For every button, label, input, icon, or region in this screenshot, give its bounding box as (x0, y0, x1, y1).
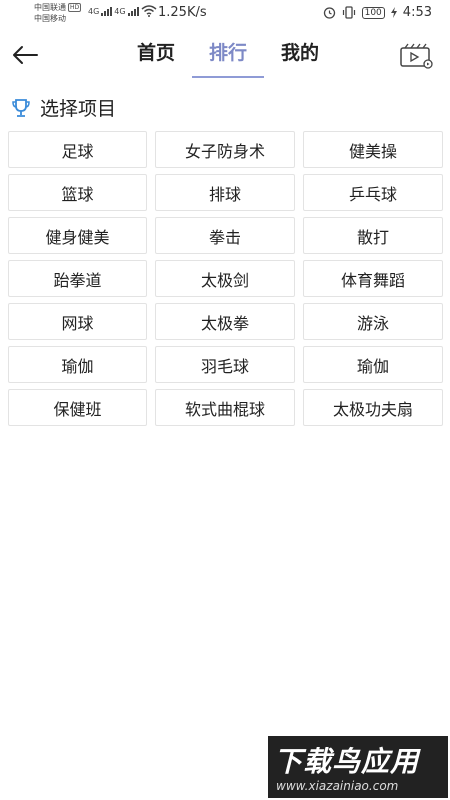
sport-item[interactable]: 排球 (155, 174, 295, 211)
status-right: 100 4:53 (323, 5, 432, 20)
sports-grid: 足球 女子防身术 健美操 篮球 排球 乒乓球 健身健美 拳击 散打 跆拳道 太极… (8, 131, 443, 426)
charging-icon (390, 7, 397, 18)
section-title: 选择项目 (40, 98, 117, 120)
carrier-info: 中国联通 HD 中国移动 (34, 2, 82, 24)
sport-item[interactable]: 足球 (8, 131, 147, 168)
watermark-logo: 下载鸟应用 www.xiazainiao.com (268, 736, 448, 798)
sport-item[interactable]: 健身健美 (8, 217, 147, 254)
sport-item[interactable]: 女子防身术 (155, 131, 295, 168)
section-header: 选择项目 (10, 94, 116, 121)
sport-item[interactable]: 健美操 (303, 131, 443, 168)
sport-item[interactable]: 太极拳 (155, 303, 295, 340)
hd-badge: HD (68, 3, 82, 12)
tab-ranking[interactable]: 排行 (192, 34, 264, 78)
status-bar: 中国联通 HD 中国移动 4G 4G 1.25K/s 100 4:53 (0, 0, 450, 28)
back-arrow-icon[interactable] (10, 40, 40, 70)
sport-item[interactable]: 跆拳道 (8, 260, 147, 297)
watermark-title: 下载鸟应用 (274, 745, 420, 778)
carrier-1-label: 中国联通 (34, 3, 66, 12)
carrier-2-label: 中国移动 (34, 14, 66, 23)
vibrate-icon (342, 6, 355, 19)
sport-item[interactable]: 瑜伽 (303, 346, 443, 383)
sport-item[interactable]: 软式曲棍球 (155, 389, 295, 426)
sport-item[interactable]: 保健班 (8, 389, 147, 426)
sport-item[interactable]: 网球 (8, 303, 147, 340)
tab-home[interactable]: 首页 (120, 34, 192, 76)
sport-item[interactable]: 瑜伽 (8, 346, 147, 383)
alarm-icon (323, 7, 335, 19)
trophy-icon (12, 98, 30, 117)
sport-item[interactable]: 游泳 (303, 303, 443, 340)
network-2-label: 4G (114, 6, 126, 16)
wifi-icon (141, 5, 157, 17)
sport-item[interactable]: 体育舞蹈 (303, 260, 443, 297)
sport-item[interactable]: 乒乓球 (303, 174, 443, 211)
signal-indicators: 4G 4G (88, 5, 157, 17)
tab-bar: 首页 排行 我的 (120, 34, 336, 78)
clock-time: 4:53 (402, 5, 432, 20)
top-nav: 首页 排行 我的 (0, 34, 450, 78)
sport-item[interactable]: 拳击 (155, 217, 295, 254)
sport-item[interactable]: 太极功夫扇 (303, 389, 443, 426)
network-1-label: 4G (88, 6, 100, 16)
sport-item[interactable]: 羽毛球 (155, 346, 295, 383)
watermark-url: www.xiazainiao.com (276, 779, 399, 793)
tab-mine[interactable]: 我的 (264, 34, 336, 76)
sport-item[interactable]: 散打 (303, 217, 443, 254)
video-icon[interactable] (398, 42, 434, 70)
net-speed: 1.25K/s (158, 5, 207, 20)
sport-item[interactable]: 篮球 (8, 174, 147, 211)
signal-1-icon (101, 6, 113, 16)
battery-indicator: 100 (361, 6, 385, 19)
signal-2-icon (127, 6, 139, 16)
sport-item[interactable]: 太极剑 (155, 260, 295, 297)
